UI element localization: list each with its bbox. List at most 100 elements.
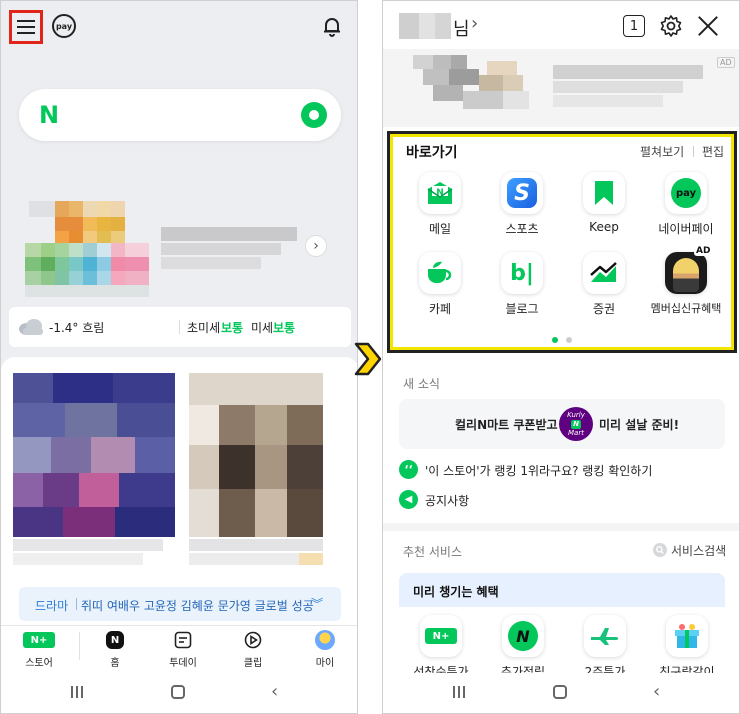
promo-text-left: 컬리N마트 쿠폰받고 <box>455 418 558 432</box>
shortcut-stock[interactable] <box>583 252 625 294</box>
tab-store-label: 스토어 <box>25 658 53 669</box>
search-bar[interactable]: N <box>19 89 341 141</box>
ad-banner[interactable]: AD <box>383 49 739 127</box>
sports-icon: S <box>507 178 537 208</box>
shortcut-membership[interactable] <box>665 252 707 294</box>
shortcut-keep-label: Keep <box>589 220 619 234</box>
benefit-title: 미리 챙기는 혜택 <box>413 585 499 599</box>
search-icon <box>653 543 667 557</box>
naver-home-screen: pay N › -1.4° 흐림 초미세 보통 미세 보통 드라마 쥐띠 여배우… <box>0 0 358 714</box>
benefit-first-come[interactable]: N+ <box>420 615 462 657</box>
weather-widget[interactable]: -1.4° 흐림 초미세 보통 미세 보통 <box>9 307 351 347</box>
home-nav-icon[interactable] <box>553 685 567 699</box>
keep-bookmark-icon <box>595 181 613 205</box>
blog-icon-text: b| <box>510 260 534 286</box>
recent-apps-icon[interactable] <box>453 686 465 698</box>
page-indicator[interactable] <box>566 337 572 343</box>
tab-store[interactable]: N+ 스토어 <box>17 630 61 669</box>
naverpay-icon: pay <box>671 178 701 208</box>
tab-my[interactable]: 마이 <box>303 630 347 669</box>
shortcut-sports-label: 스포츠 <box>505 222 539 236</box>
notification-bell-icon[interactable] <box>321 15 343 37</box>
tab-separator <box>79 632 80 660</box>
shortcut-membership-label: 멤버십신규혜택 <box>650 302 722 315</box>
tab-my-label: 마이 <box>315 658 335 669</box>
weather-divider <box>179 320 180 334</box>
shortcut-sports[interactable]: S <box>501 172 543 214</box>
blurred-feed-image-2[interactable] <box>189 373 323 537</box>
shortcut-mail[interactable]: N <box>419 172 461 214</box>
mail-icon: N <box>427 182 453 204</box>
shortcut-naverpay-label: 네이버페이 <box>658 222 714 236</box>
username-suffix[interactable]: 님 <box>453 15 470 41</box>
naver-logo-icon: N <box>39 101 60 129</box>
pay-icon-text: pay <box>55 21 73 31</box>
service-search-label: 서비스검색 <box>671 544 727 558</box>
news-ticker-divider <box>76 598 77 610</box>
hamburger-menu-icon <box>17 18 35 36</box>
tab-clip-label: 클립 <box>243 658 263 669</box>
ad-badge: AD <box>717 57 735 68</box>
service-search-button[interactable]: 서비스검색 <box>653 541 727 559</box>
section-divider <box>383 523 739 531</box>
banner-next-button[interactable]: › <box>305 235 327 257</box>
megaphone-icon: ◀ <box>399 490 418 509</box>
page-indicator-active <box>552 337 558 343</box>
benefit-first-come-label: 선착순특가 <box>413 665 469 673</box>
android-navigation-bar: ‹ <box>1 669 357 713</box>
fine-dust-value: 보통 <box>221 321 244 335</box>
tab-clip[interactable]: 클립 <box>231 630 275 669</box>
settings-gear-icon[interactable] <box>659 14 683 38</box>
blurred-banner-text <box>161 227 297 271</box>
recent-apps-icon[interactable] <box>71 686 83 698</box>
benefit-two-week-deal[interactable] <box>584 615 626 657</box>
cafe-cup-icon <box>428 261 452 283</box>
news-ticker[interactable]: 드라마 쥐띠 여배우 고윤정 김혜윤 문가영 글로벌 성공 ︾ <box>19 587 341 621</box>
stock-chart-icon <box>590 262 617 282</box>
benefit-extra-points-label: 추가적립 <box>500 665 546 673</box>
fine-dust-label: 초미세 <box>187 321 221 335</box>
blurred-feed-captions <box>13 539 323 579</box>
promo-text-right: 미리 설날 준비! <box>599 418 680 432</box>
back-icon[interactable]: ‹ <box>271 681 278 702</box>
menu-button[interactable] <box>9 10 43 44</box>
store-plus-icon: N+ <box>425 628 457 644</box>
blurred-banner-image <box>25 201 151 297</box>
android-navigation-bar: ‹ <box>383 673 739 713</box>
profile-chevron-icon[interactable]: › <box>471 13 478 34</box>
shortcuts-edit-button[interactable]: 편집 <box>702 143 724 160</box>
home-nav-icon[interactable] <box>171 685 185 699</box>
chevron-down-icon[interactable]: ︾ <box>311 595 323 612</box>
back-icon[interactable]: ‹ <box>653 681 660 702</box>
shortcuts-expand-button[interactable]: 펼쳐보기 <box>640 143 684 160</box>
tab-home-label: 홈 <box>110 658 120 669</box>
news-item-notice[interactable]: ◀ 공지사항 <box>399 489 725 511</box>
benefit-with-friends-label: 친구랑같이 <box>659 665 715 673</box>
shortcut-keep[interactable] <box>583 172 625 214</box>
pay-icon[interactable]: pay <box>52 14 76 38</box>
shortcut-naverpay[interactable]: pay <box>665 172 707 214</box>
benefit-extra-points[interactable]: N <box>502 615 544 657</box>
notification-count: 1 <box>629 18 639 34</box>
tab-home[interactable]: N 홈 <box>93 630 137 669</box>
dust-label: 미세 <box>251 321 274 335</box>
kurly-logo-line-1: Kurly <box>567 410 585 419</box>
green-lens-icon[interactable] <box>301 102 327 128</box>
airplane-icon <box>591 628 619 645</box>
sports-icon-text: S <box>514 180 530 206</box>
benefit-card: 미리 챙기는 혜택 N+ 선착순특가 N 추가적립 2주특가 친구랑같이 <box>399 573 725 673</box>
promo-banner[interactable]: 컬리N마트 쿠폰받고 Kurly N Mart 미리 설날 준비! <box>399 399 725 449</box>
shortcut-cafe[interactable] <box>419 252 461 294</box>
home-icon: N <box>106 631 124 649</box>
notification-count-badge[interactable]: 1 <box>623 15 645 37</box>
close-icon[interactable] <box>697 15 719 37</box>
shortcut-blog[interactable]: b| <box>501 252 543 294</box>
tab-today-label: 투데이 <box>169 658 197 669</box>
shortcuts-divider <box>693 146 694 157</box>
blurred-feed-image-1[interactable] <box>13 373 175 537</box>
kurly-mart-logo-icon: Kurly N Mart <box>559 407 593 441</box>
tab-today[interactable]: 투데이 <box>161 630 205 669</box>
benefit-with-friends[interactable] <box>666 615 708 657</box>
naverpay-icon-text: pay <box>675 187 697 199</box>
news-item-ranking[interactable]: ‘‘ '이 스토어'가 랭킹 1위라구요? 랭킹 확인하기 <box>399 459 725 481</box>
